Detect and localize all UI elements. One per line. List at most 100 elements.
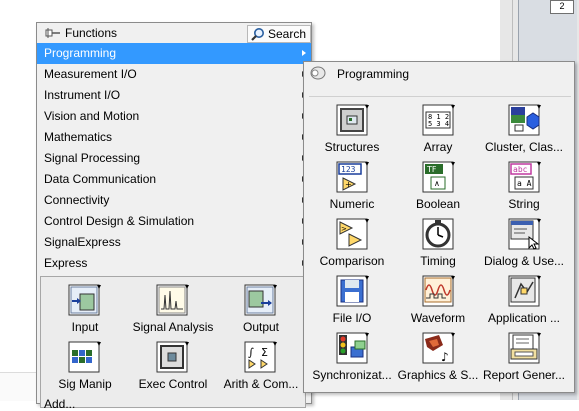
menu-item-express[interactable]: Express [37, 253, 311, 274]
dialog-icon [507, 217, 541, 251]
category-menu: Programming Measurement I/O Instrument I… [37, 43, 311, 274]
palette-item-timing[interactable]: Timing [395, 214, 481, 271]
palette-item-comparison[interactable]: > Comparison [309, 214, 395, 271]
menu-item-signalexpress[interactable]: SignalExpress [37, 232, 311, 253]
svg-text:♪: ♪ [441, 350, 449, 364]
background-window-bottom [0, 372, 40, 401]
palette-item-file-io[interactable]: File I/O [309, 271, 395, 328]
palette-item-label: Dialog & Use... [483, 254, 565, 268]
palette-item-graphics-sound[interactable]: ♪ Graphics & S... [395, 328, 481, 385]
palette-item-label: String [508, 197, 540, 211]
palette-item-array[interactable]: 8 1 25 3 4 Array [395, 100, 481, 157]
palette-item-label: Report Gener... [482, 368, 566, 382]
svg-text:5 3 4: 5 3 4 [428, 120, 449, 128]
palette-item-arith-comparison[interactable]: ∫ Σ Arith & Com... [217, 337, 305, 394]
report-generation-icon [507, 331, 541, 365]
background-indicator: 2 [550, 0, 574, 14]
menu-item-label: Connectivity [44, 193, 110, 207]
menu-item-label: Measurement I/O [44, 67, 137, 81]
input-icon [67, 283, 101, 317]
svg-text:Σ: Σ [261, 346, 268, 359]
menu-item-label: Mathematics [44, 130, 113, 144]
synchronization-icon [335, 331, 369, 365]
programming-grid: Structures 8 1 25 3 4 Array Cluster, Cla… [309, 96, 571, 387]
palette-item-label: Signal Analysis [132, 320, 214, 334]
subpalette-title: Programming [337, 67, 410, 81]
palette-item-label: Waveform [410, 311, 466, 325]
svg-text:>: > [341, 225, 347, 233]
palette-item-label: Output [242, 320, 280, 334]
output-icon [243, 283, 277, 317]
palette-ring-icon[interactable] [310, 66, 326, 80]
menu-item-label: Vision and Motion [44, 109, 140, 123]
svg-text:abc: abc [513, 165, 528, 174]
search-button[interactable]: Search [247, 25, 311, 43]
palette-item-dialog-user-interface[interactable]: Dialog & Use... [481, 214, 567, 271]
palette-item-report-generation[interactable]: Report Gener... [481, 328, 567, 385]
graphics-sound-icon: ♪ [421, 331, 455, 365]
palette-item-label: Input [71, 320, 99, 334]
palette-item-numeric[interactable]: 123 + Numeric [309, 157, 395, 214]
palette-item-label: Array [423, 140, 453, 154]
menu-item-mathematics[interactable]: Mathematics [37, 127, 311, 148]
menu-item-label: SignalExpress [44, 235, 121, 249]
menu-item-signal-processing[interactable]: Signal Processing [37, 148, 311, 169]
palette-title: Functions [65, 26, 118, 40]
string-icon: abc a A [507, 160, 541, 194]
boolean-icon: TF ∧ [421, 160, 455, 194]
palette-item-label: Graphics & S... [397, 368, 479, 382]
comparison-icon: > [335, 217, 369, 251]
menu-item-instrument-io[interactable]: Instrument I/O [37, 85, 311, 106]
palette-item-waveform[interactable]: Waveform [395, 271, 481, 328]
palette-item-string[interactable]: abc a A String [481, 157, 567, 214]
menu-item-control-design[interactable]: Control Design & Simulation [37, 211, 311, 232]
palette-item-label: Cluster, Clas... [484, 140, 564, 154]
menu-item-vision-motion[interactable]: Vision and Motion [37, 106, 311, 127]
array-icon: 8 1 25 3 4 [421, 103, 455, 137]
svg-text:TF: TF [426, 165, 437, 174]
menu-item-data-communication[interactable]: Data Communication [37, 169, 311, 190]
palette-item-signal-analysis[interactable]: Signal Analysis [129, 280, 217, 337]
palette-item-label: Structures [324, 140, 380, 154]
submenu-arrow-icon [302, 50, 306, 56]
subpalette-header: Programming [304, 62, 574, 84]
timing-icon [421, 217, 455, 251]
background-window [0, 0, 36, 400]
palette-item-boolean[interactable]: TF ∧ Boolean [395, 157, 481, 214]
menu-item-connectivity[interactable]: Connectivity [37, 190, 311, 211]
palette-item-application-control[interactable]: Application ... [481, 271, 567, 328]
pin-icon[interactable] [45, 27, 61, 39]
palette-item-label: Comparison [319, 254, 385, 268]
sig-manip-icon [67, 340, 101, 374]
menu-item-measurement-io[interactable]: Measurement I/O [37, 64, 311, 85]
palette-item-label: Boolean [415, 197, 461, 211]
numeric-icon: 123 + [335, 160, 369, 194]
palette-item-label: Exec Control [138, 377, 208, 391]
palette-item-label: Arith & Com... [223, 377, 299, 391]
palette-item-structures[interactable]: Structures [309, 100, 395, 157]
palette-item-label: Numeric [329, 197, 375, 211]
palette-item-exec-control[interactable]: Exec Control [129, 337, 217, 394]
palette-item-synchronization[interactable]: Synchronizat... [309, 328, 395, 385]
add-item[interactable]: Add... [44, 397, 75, 411]
waveform-icon [421, 274, 455, 308]
palette-item-sig-manip[interactable]: Sig Manip [41, 337, 129, 394]
exec-control-icon [155, 340, 189, 374]
palette-item-label: Application ... [487, 311, 561, 325]
express-panel: Input Signal Analysis Output Sig Manip E… [40, 276, 306, 408]
svg-text:∫: ∫ [248, 346, 254, 359]
palette-item-input[interactable]: Input [41, 280, 129, 337]
palette-item-label: Timing [420, 254, 456, 268]
palette-item-cluster-class[interactable]: Cluster, Clas... [481, 100, 567, 157]
cluster-icon [507, 103, 541, 137]
svg-text:∧: ∧ [434, 179, 440, 188]
menu-item-label: Instrument I/O [44, 88, 121, 102]
structures-icon [335, 103, 369, 137]
functions-palette: Functions Search Programming Measurement… [36, 22, 312, 411]
palette-item-label: File I/O [332, 311, 372, 325]
signal-analysis-icon [155, 283, 189, 317]
palette-item-output[interactable]: Output [217, 280, 305, 337]
palette-item-label: Synchronizat... [312, 368, 392, 382]
palette-header: Functions Search [37, 23, 311, 43]
menu-item-programming[interactable]: Programming [37, 43, 311, 64]
